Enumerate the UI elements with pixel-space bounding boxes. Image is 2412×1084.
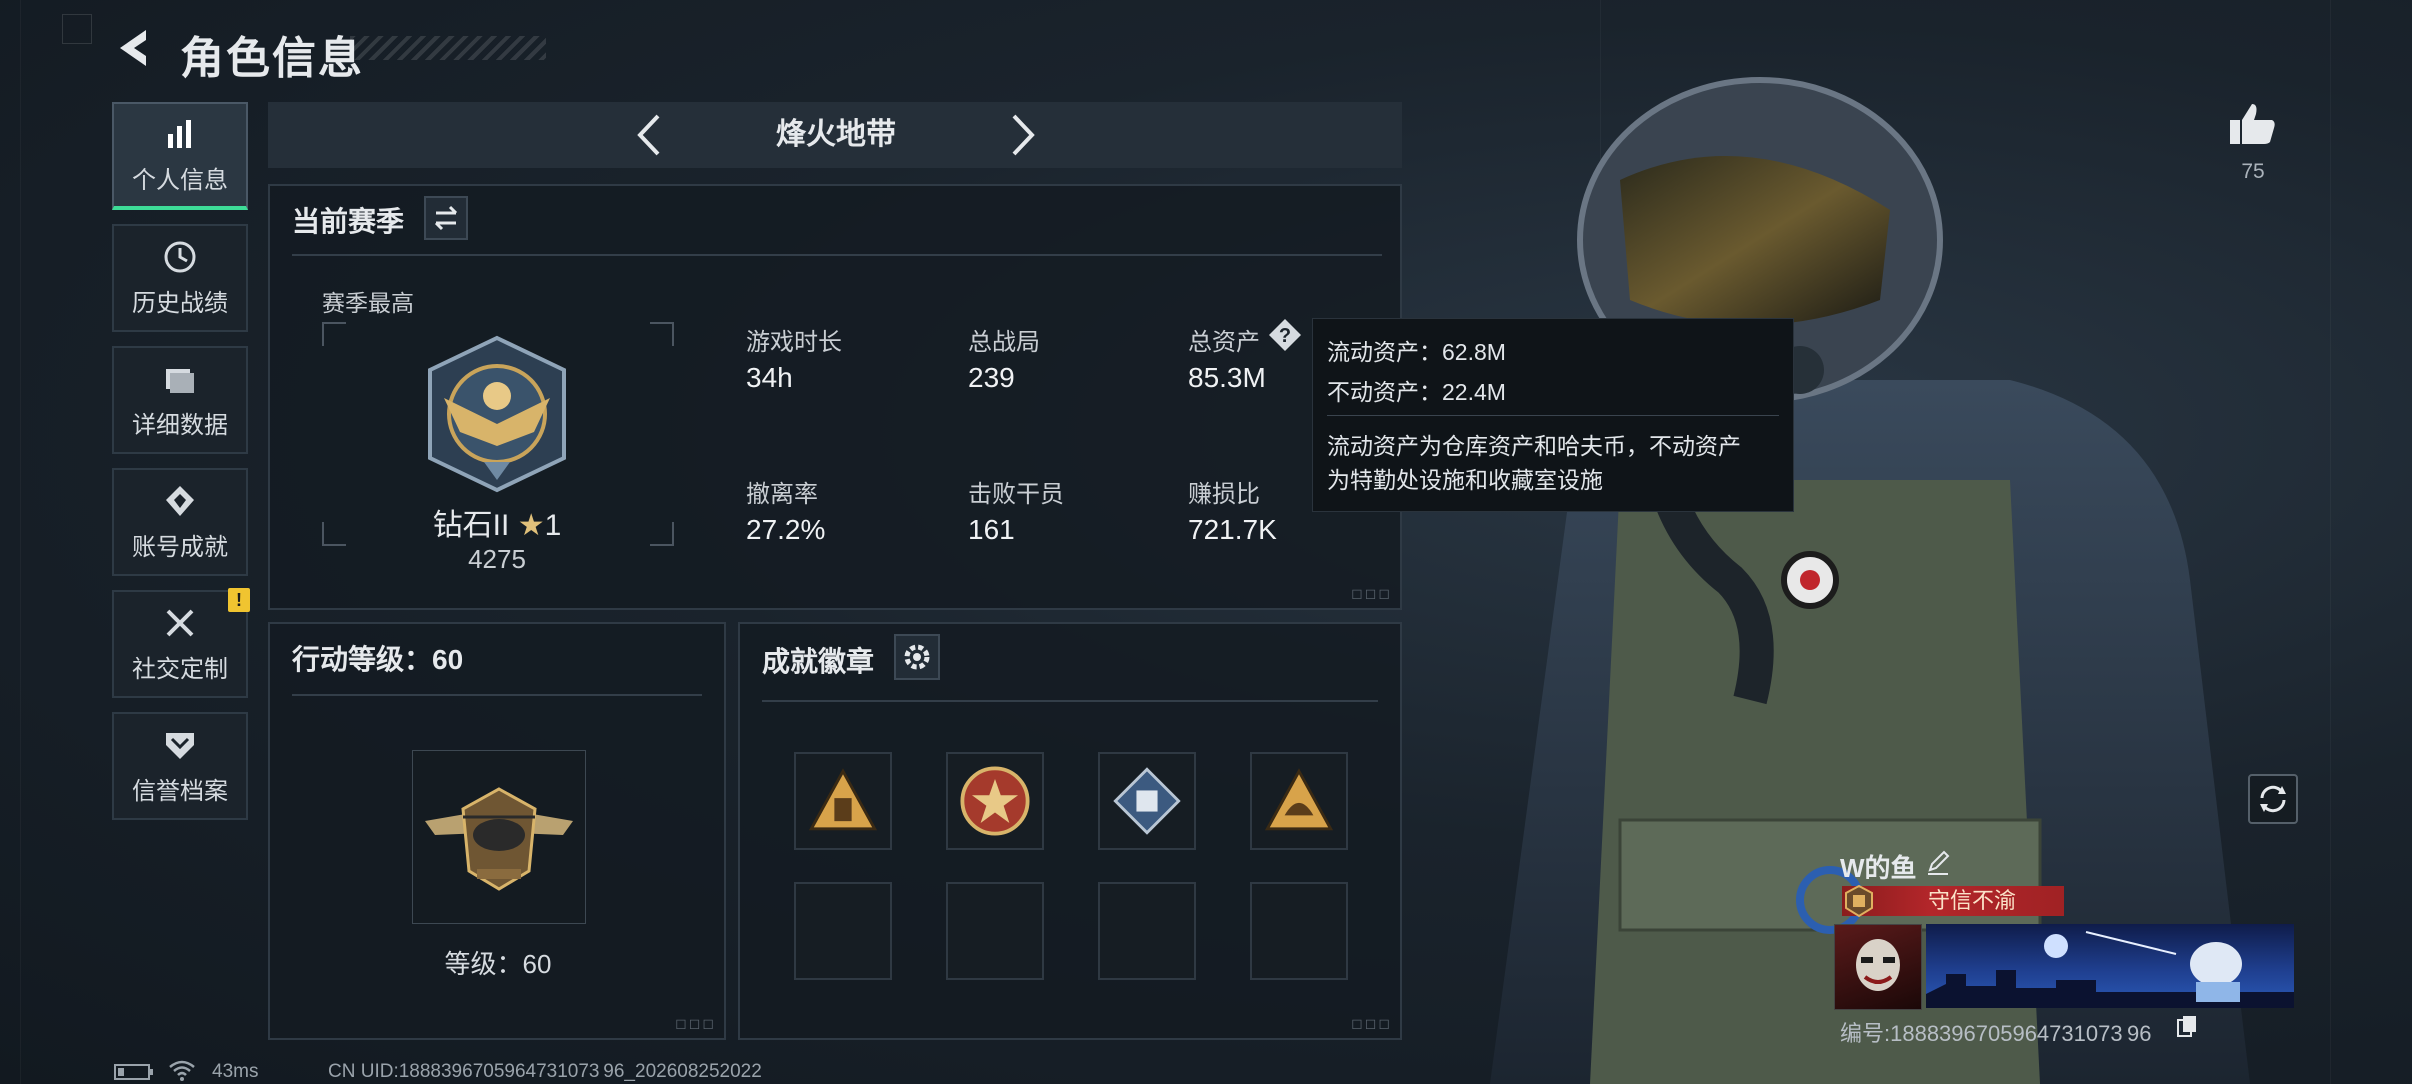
stat-label-kills: 击败干员: [968, 481, 1064, 508]
star-icon: ★: [517, 509, 545, 542]
profile-banner[interactable]: [1926, 924, 2294, 1008]
panel-corner-mark: ◻◻◻: [1351, 585, 1392, 601]
action-level-title: 行动等级：60: [292, 644, 464, 675]
divider: [292, 254, 1382, 256]
title-decoration: [350, 36, 546, 60]
tooltip-description: 为特勤处设施和收藏室设施: [1327, 467, 1603, 493]
frame-corner: [650, 322, 674, 346]
sidebar-item-label: 详细数据: [132, 411, 228, 439]
refresh-icon: [2260, 785, 2286, 813]
chevron-left-icon[interactable]: [630, 110, 670, 160]
badge-slot[interactable]: [1098, 752, 1196, 850]
back-arrow-icon[interactable]: [112, 26, 156, 70]
reputation-emblem-icon: [1845, 884, 1873, 918]
sidebar-item-reputation[interactable]: 信誉档案: [112, 712, 248, 820]
season-title: 当前赛季: [292, 206, 405, 237]
svg-text:?: ?: [1279, 325, 1291, 347]
rotate-view-button[interactable]: [2248, 774, 2298, 824]
avatar-portrait: [1856, 939, 1900, 991]
triangle-soldiers-badge: [808, 768, 878, 831]
sidebar-item-label: 个人信息: [132, 166, 228, 194]
divider: [292, 694, 702, 696]
copy-icon[interactable]: [2176, 1014, 2198, 1038]
rank-score: 4275: [468, 544, 526, 574]
like-count: 75: [2241, 160, 2265, 183]
thumbs-up-icon[interactable]: [2228, 100, 2278, 146]
helicopter-wings-emblem: [425, 787, 573, 891]
corner-decoration: [62, 14, 92, 44]
asset-tooltip: 流动资产：62.8M 不动资产：22.4M 流动资产为仓库资产和哈夫币，不动资产…: [1312, 318, 1794, 512]
achievement-icon: [166, 485, 194, 516]
stat-value-total-assets: 85.3M: [1188, 362, 1266, 393]
sidebar-item-label: 历史战绩: [132, 289, 228, 317]
history-clock-icon: [164, 241, 196, 272]
triangle-helmet-badge: [1264, 768, 1334, 831]
rank-name: 钻石II ★1: [432, 509, 562, 542]
star-seal-badge: [960, 766, 1030, 836]
level-badge-frame[interactable]: [412, 750, 586, 924]
panel-corner-mark: ◻◻◻: [1351, 1015, 1392, 1031]
stat-value-extract-rate: 27.2%: [746, 514, 826, 545]
reputation-title-text: 守信不渝: [1927, 888, 2016, 913]
blue-diamond-badge: [1113, 767, 1181, 835]
sidebar-item-history[interactable]: 历史战绩: [112, 224, 248, 332]
help-question-icon[interactable]: ?: [1268, 318, 1302, 352]
stat-value-playtime: 34h: [746, 362, 793, 393]
stat-label-extract-rate: 撤离率: [746, 481, 818, 508]
sidebar-item-personal-info[interactable]: 个人信息: [112, 102, 248, 210]
badge-slot-empty[interactable]: [1098, 882, 1196, 980]
avatar[interactable]: [1834, 924, 1922, 1010]
stat-label-total-assets: 总资产: [1188, 329, 1260, 356]
badge-slot-empty[interactable]: [1250, 882, 1348, 980]
sidebar-item-label: 信誉档案: [132, 777, 228, 805]
tooltip-liquid-assets: 流动资产：62.8M: [1327, 339, 1506, 365]
tools-icon: [166, 609, 194, 636]
divider: [762, 700, 1378, 702]
sidebar-item-achievements[interactable]: 账号成就: [112, 468, 248, 576]
stat-value-total-matches: 239: [968, 362, 1015, 393]
frame-corner: [322, 322, 346, 346]
stat-label-total-matches: 总战局: [968, 329, 1040, 356]
player-name: W的鱼: [1840, 853, 1917, 883]
network-ping: 43ms: [212, 1061, 259, 1082]
folder-icon: [166, 368, 194, 393]
achievement-badges-title: 成就徽章: [762, 646, 875, 677]
sidebar-item-detail-data[interactable]: 详细数据: [112, 346, 248, 454]
badge-slot-empty[interactable]: [946, 882, 1044, 980]
panel-corner-mark: ◻◻◻: [675, 1015, 716, 1031]
stat-label-profit-ratio: 赚损比: [1188, 481, 1260, 508]
uid-text: CN UID:1888396705964731073 96_2026082520…: [328, 1061, 762, 1082]
mode-title: 烽火地带: [776, 118, 896, 151]
night-city-banner: [1926, 931, 2294, 1008]
badge-slot-empty[interactable]: [794, 882, 892, 980]
chevron-right-icon[interactable]: [1002, 110, 1042, 160]
stat-label-playtime: 游戏时长: [746, 329, 842, 356]
bar-chart-icon: [168, 119, 191, 148]
level-caption: 等级：60: [444, 949, 552, 979]
wifi-icon: [169, 1060, 195, 1081]
badge-slot[interactable]: [946, 752, 1044, 850]
tooltip-fixed-assets: 不动资产：22.4M: [1327, 379, 1506, 405]
stat-value-profit-ratio: 721.7K: [1188, 514, 1277, 545]
sidebar-item-label: 社交定制: [132, 655, 228, 683]
battery-icon: [114, 1064, 153, 1080]
season-best-label: 赛季最高: [322, 290, 414, 316]
badge-settings-button[interactable]: [894, 634, 940, 680]
gear-icon: [904, 644, 930, 670]
player-id: 编号:1888396705964731073 96: [1840, 1021, 2152, 1046]
tooltip-description: 流动资产为仓库资产和哈夫币，不动资产: [1327, 433, 1741, 459]
page-title: 角色信息: [180, 34, 364, 83]
rank-diamond-emblem: [428, 335, 566, 493]
badge-slot[interactable]: [794, 752, 892, 850]
sidebar-item-label: 账号成就: [132, 533, 228, 561]
notification-badge: !: [228, 588, 250, 612]
stat-value-kills: 161: [968, 514, 1015, 545]
badge-slot[interactable]: [1250, 752, 1348, 850]
swap-arrows-icon: [434, 205, 458, 231]
edit-pencil-icon[interactable]: [1924, 848, 1952, 876]
divider: [1327, 415, 1779, 416]
shield-chevron-icon: [166, 732, 194, 759]
swap-season-button[interactable]: [424, 196, 468, 240]
